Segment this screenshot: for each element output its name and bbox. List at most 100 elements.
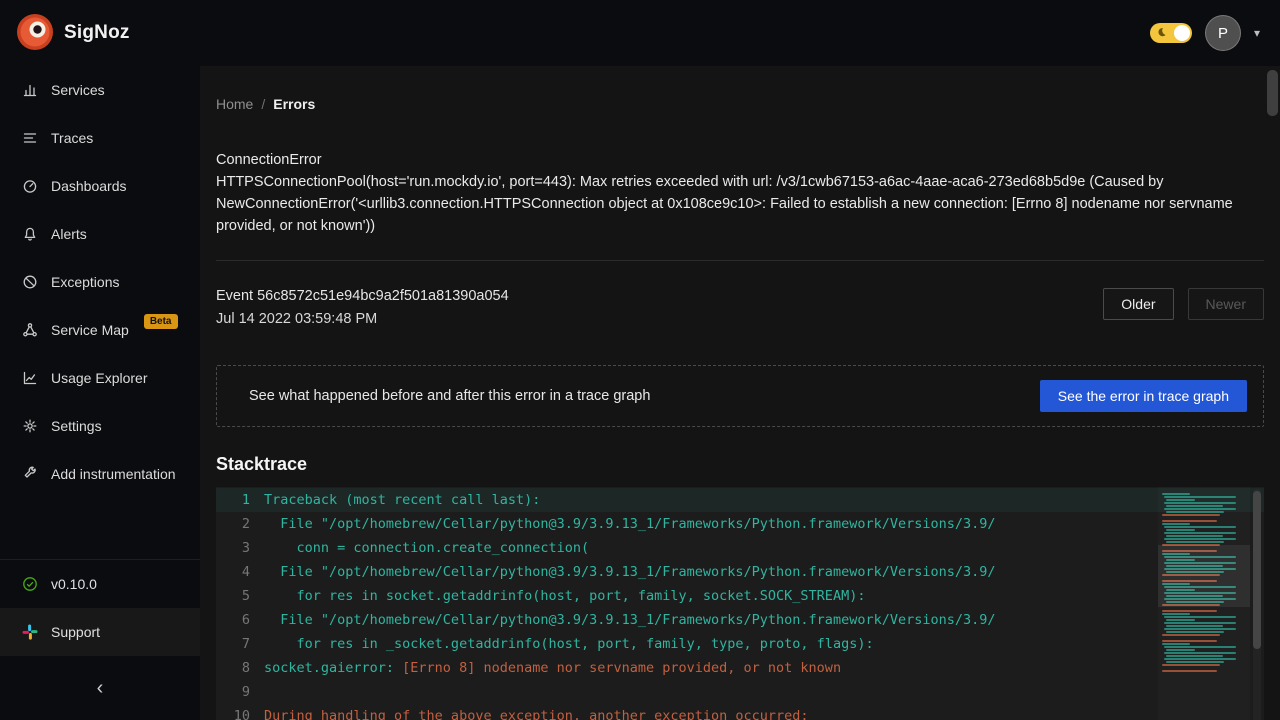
breadcrumb: Home / Errors — [216, 96, 1264, 112]
sidebar-item-alerts[interactable]: Alerts — [0, 210, 200, 258]
event-timestamp: Jul 14 2022 03:59:48 PM — [216, 311, 509, 327]
error-block: ConnectionError HTTPSConnectionPool(host… — [216, 149, 1264, 237]
sidebar-item-label: Traces — [51, 130, 93, 146]
code-line-10: 10During handling of the above exception… — [216, 704, 1264, 720]
gear-icon — [22, 418, 38, 434]
breadcrumb-home[interactable]: Home — [216, 96, 253, 112]
sidebar-item-label: Alerts — [51, 226, 87, 242]
sidebar-item-label: Services — [51, 82, 105, 98]
code-line-5: 5 for res in socket.getaddrinfo(host, po… — [216, 584, 1264, 608]
sidebar-nav: Services Traces Dashboards Alerts Exceptions… — [0, 66, 200, 498]
check-circle-icon — [22, 576, 38, 592]
breadcrumb-current: Errors — [273, 96, 315, 112]
code-text: conn = connection.create_connection( — [264, 536, 589, 560]
pager: Older Newer — [1103, 288, 1264, 320]
avatar[interactable]: P — [1206, 16, 1240, 50]
sidebar-item-version[interactable]: v0.10.0 — [0, 560, 200, 608]
breadcrumb-separator: / — [261, 96, 265, 112]
code-line-2: 2 File "/opt/homebrew/Cellar/python@3.9/… — [216, 512, 1264, 536]
sidebar-item-label: Exceptions — [51, 274, 119, 290]
sidebar-item-service-map[interactable]: Service Map Beta — [0, 306, 200, 354]
sidebar-item-label: Settings — [51, 418, 102, 434]
sidebar-collapse-button[interactable]: ‹ — [83, 673, 118, 704]
sidebar-item-dashboards[interactable]: Dashboards — [0, 162, 200, 210]
event-info: Event 56c8572c51e94bc9a2f501a81390a054 J… — [216, 288, 509, 327]
sidebar-item-support[interactable]: Support — [0, 608, 200, 656]
brand-name: SigNoz — [64, 22, 130, 44]
sidebar-item-label: Usage Explorer — [51, 370, 148, 386]
line-number: 9 — [216, 680, 264, 704]
code-scrollbar-thumb[interactable] — [1253, 491, 1261, 649]
line-number: 4 — [216, 560, 264, 584]
trace-banner-text: See what happened before and after this … — [233, 388, 650, 404]
sidebar-item-exceptions[interactable]: Exceptions — [0, 258, 200, 306]
see-trace-graph-button[interactable]: See the error in trace graph — [1040, 380, 1247, 412]
code-text: File "/opt/homebrew/Cellar/python@3.9/3.… — [264, 560, 996, 584]
line-number: 7 — [216, 632, 264, 656]
beta-badge: Beta — [144, 314, 178, 329]
error-title: ConnectionError — [216, 149, 1264, 171]
code-line-9: 9 — [216, 680, 1264, 704]
line-number: 10 — [216, 704, 264, 720]
dashboard-icon — [22, 178, 38, 194]
code-text — [264, 680, 272, 704]
line-number: 3 — [216, 536, 264, 560]
code-line-8: 8socket.gaierror: [Errno 8] nodename nor… — [216, 656, 1264, 680]
code-line-4: 4 File "/opt/homebrew/Cellar/python@3.9/… — [216, 560, 1264, 584]
wrench-icon — [22, 466, 38, 482]
stacktrace-heading: Stacktrace — [216, 454, 1264, 475]
theme-toggle[interactable] — [1150, 23, 1192, 43]
sidebar-footer: v0.10.0 Support ‹ — [0, 559, 200, 720]
page-scrollbar[interactable] — [1264, 66, 1280, 720]
line-number: 5 — [216, 584, 264, 608]
topbar: SigNoz P ▾ — [0, 0, 1280, 66]
code-text: File "/opt/homebrew/Cellar/python@3.9/3.… — [264, 608, 996, 632]
stacktrace-code: 1Traceback (most recent call last):2 Fil… — [216, 487, 1264, 720]
sidebar-item-services[interactable]: Services — [0, 66, 200, 114]
sidebar-item-traces[interactable]: Traces — [0, 114, 200, 162]
sidebar-item-label: Add instrumentation — [51, 466, 176, 482]
older-button[interactable]: Older — [1103, 288, 1173, 320]
line-number: 8 — [216, 656, 264, 680]
event-id: Event 56c8572c51e94bc9a2f501a81390a054 — [216, 288, 509, 304]
sidebar-item-usage-explorer[interactable]: Usage Explorer — [0, 354, 200, 402]
page-scrollbar-thumb[interactable] — [1267, 70, 1278, 116]
code-text: Traceback (most recent call last): — [264, 488, 540, 512]
chevron-down-icon[interactable]: ▾ — [1254, 26, 1260, 40]
code-minimap[interactable] — [1158, 487, 1250, 720]
newer-button[interactable]: Newer — [1188, 288, 1264, 320]
code-text: socket.gaierror: [Errno 8] nodename nor … — [264, 656, 841, 680]
code-scrollbar[interactable] — [1253, 489, 1261, 720]
stop-icon — [22, 274, 38, 290]
line-chart-icon — [22, 370, 38, 386]
sidebar: Services Traces Dashboards Alerts Exceptions… — [0, 66, 200, 720]
code-line-6: 6 File "/opt/homebrew/Cellar/python@3.9/… — [216, 608, 1264, 632]
sidebar-item-settings[interactable]: Settings — [0, 402, 200, 450]
slack-icon — [22, 624, 38, 640]
code-text: During handling of the above exception, … — [264, 704, 809, 720]
bar-chart-icon — [22, 82, 38, 98]
sidebar-item-label: Dashboards — [51, 178, 127, 194]
minimap-viewport[interactable] — [1158, 545, 1250, 607]
line-number: 6 — [216, 608, 264, 632]
app-root: SigNoz P ▾ Services Traces Dashboards Alert… — [0, 0, 1280, 720]
line-number: 1 — [216, 488, 264, 512]
bell-icon — [22, 226, 38, 242]
error-message: HTTPSConnectionPool(host='run.mockdy.io'… — [216, 171, 1264, 237]
sidebar-item-add-instrumentation[interactable]: Add instrumentation — [0, 450, 200, 498]
stacktrace-code-block: 1Traceback (most recent call last):2 Fil… — [216, 487, 1264, 720]
moon-icon — [1155, 26, 1167, 41]
code-line-7: 7 for res in _socket.getaddrinfo(host, p… — [216, 632, 1264, 656]
code-text: for res in socket.getaddrinfo(host, port… — [264, 584, 865, 608]
topbar-right: P ▾ — [1150, 16, 1260, 50]
trace-banner: See what happened before and after this … — [216, 365, 1264, 427]
brand[interactable]: SigNoz — [16, 13, 130, 54]
code-text: File "/opt/homebrew/Cellar/python@3.9/3.… — [264, 512, 996, 536]
code-text: for res in _socket.getaddrinfo(host, por… — [264, 632, 874, 656]
list-icon — [22, 130, 38, 146]
version-label: v0.10.0 — [51, 576, 97, 592]
code-line-3: 3 conn = connection.create_connection( — [216, 536, 1264, 560]
line-number: 2 — [216, 512, 264, 536]
signoz-logo-icon — [16, 13, 54, 54]
sidebar-item-label: Service Map — [51, 322, 129, 338]
